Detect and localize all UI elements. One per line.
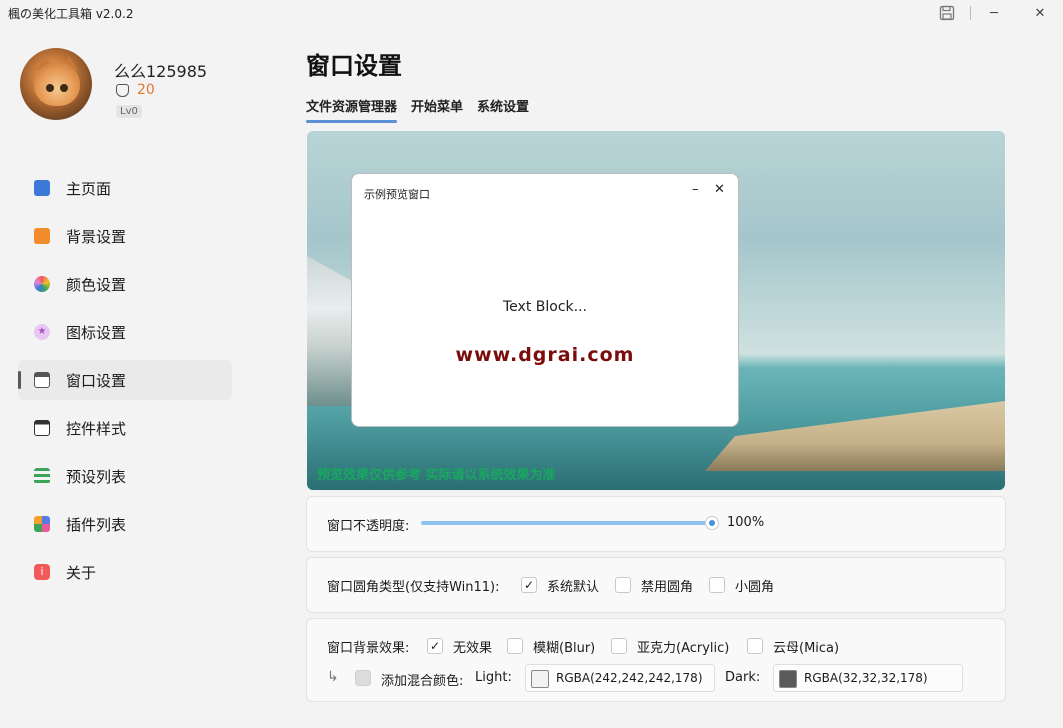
image-icon bbox=[34, 228, 50, 244]
coin-row: 20 bbox=[116, 82, 155, 98]
sample-window-title: 示例预览窗口 bbox=[364, 188, 430, 201]
tab-bar: 文件资源管理器 开始菜单 系统设置 bbox=[306, 96, 529, 123]
title-bar: 楓の美化工具箱 v2.0.2 ─ ✕ bbox=[0, 0, 1063, 26]
blend-color-checkbox[interactable] bbox=[355, 670, 371, 686]
dark-color-value: RGBA(32,32,32,178) bbox=[804, 671, 928, 685]
corner-default-checkbox[interactable]: ✓ bbox=[521, 577, 537, 593]
page-title: 窗口设置 bbox=[306, 52, 402, 80]
controls-icon bbox=[34, 420, 50, 436]
list-icon bbox=[34, 468, 50, 484]
cat-eye-right bbox=[60, 84, 68, 92]
dark-label: Dark: bbox=[725, 670, 761, 685]
sidebar-item-label: 关于 bbox=[66, 563, 97, 582]
sidebar-item-label: 窗口设置 bbox=[66, 371, 127, 390]
sidebar: 么么125985 20 Lv0 主页面 背景设置 颜色设置 ★ 图标设置 窗口设… bbox=[0, 26, 250, 728]
close-button[interactable]: ✕ bbox=[1017, 0, 1063, 26]
window-controls: ─ ✕ bbox=[924, 0, 1063, 26]
effect-blur-checkbox[interactable] bbox=[507, 638, 523, 654]
sample-window: 示例预览窗口 – ✕ Text Block... www.dgrai.com bbox=[351, 173, 739, 427]
effect-none-label: 无效果 bbox=[453, 641, 493, 656]
cat-eye-left bbox=[46, 84, 54, 92]
sidebar-item-label: 图标设置 bbox=[66, 323, 127, 342]
effect-blur-label: 模糊(Blur) bbox=[533, 641, 596, 656]
corner-small-checkbox[interactable] bbox=[709, 577, 725, 593]
light-label: Light: bbox=[475, 670, 512, 685]
sidebar-item-label: 插件列表 bbox=[66, 515, 127, 534]
sub-option-arrow-icon: ↳ bbox=[327, 669, 339, 685]
sidebar-item-label: 主页面 bbox=[66, 179, 112, 198]
sidebar-item-label: 控件样式 bbox=[66, 419, 127, 438]
cat-face bbox=[34, 62, 80, 106]
tab-system-settings[interactable]: 系统设置 bbox=[477, 96, 529, 121]
corner-disable-label: 禁用圆角 bbox=[641, 580, 694, 595]
sidebar-item-label: 预设列表 bbox=[66, 467, 127, 486]
watermark: www.dgrai.com bbox=[455, 344, 635, 366]
effect-none-checkbox[interactable]: ✓ bbox=[427, 638, 443, 654]
effect-mica-label: 云母(Mica) bbox=[773, 641, 840, 656]
coin-count: 20 bbox=[137, 82, 155, 98]
background-effect-label: 窗口背景效果: bbox=[327, 641, 410, 656]
sample-close-icon: ✕ bbox=[714, 182, 725, 197]
corner-disable-checkbox[interactable] bbox=[615, 577, 631, 593]
opacity-slider-thumb[interactable] bbox=[705, 516, 719, 530]
sidebar-item-color[interactable]: 颜色设置 bbox=[18, 264, 232, 304]
dark-color-swatch[interactable] bbox=[779, 670, 797, 688]
sidebar-item-label: 颜色设置 bbox=[66, 275, 127, 294]
preview-grass bbox=[705, 401, 1005, 471]
blend-color-label: 添加混合颜色: bbox=[381, 674, 464, 689]
preview-area: 示例预览窗口 – ✕ Text Block... www.dgrai.com 预… bbox=[307, 131, 1005, 490]
save-icon bbox=[939, 5, 955, 21]
tab-file-explorer[interactable]: 文件资源管理器 bbox=[306, 96, 398, 123]
home-icon bbox=[34, 180, 50, 196]
info-icon: i bbox=[34, 564, 50, 580]
corner-card: 窗口圆角类型(仅支持Win11): ✓ 系统默认 禁用圆角 小圆角 bbox=[306, 557, 1006, 613]
corner-label: 窗口圆角类型(仅支持Win11): bbox=[327, 580, 500, 595]
sidebar-item-about[interactable]: i 关于 bbox=[18, 552, 232, 592]
opacity-label: 窗口不透明度: bbox=[327, 519, 410, 534]
light-color-field[interactable]: RGBA(242,242,242,178) bbox=[525, 664, 715, 692]
light-color-value: RGBA(242,242,242,178) bbox=[556, 671, 703, 685]
minimize-button[interactable]: ─ bbox=[971, 0, 1017, 26]
username: 么么125985 bbox=[114, 62, 208, 81]
window-icon bbox=[34, 372, 50, 388]
dark-color-field[interactable]: RGBA(32,32,32,178) bbox=[773, 664, 963, 692]
sample-minimize-icon: – bbox=[692, 182, 699, 197]
opacity-value: 100% bbox=[727, 515, 765, 530]
nav-list: 主页面 背景设置 颜色设置 ★ 图标设置 窗口设置 控件样式 预设列表 插件列表 bbox=[18, 168, 232, 600]
light-color-swatch[interactable] bbox=[531, 670, 549, 688]
effect-acrylic-label: 亚克力(Acrylic) bbox=[637, 641, 730, 656]
palette-icon bbox=[34, 276, 50, 292]
tab-start-menu[interactable]: 开始菜单 bbox=[411, 96, 463, 121]
preview-note: 预览效果仅供参考 实际请以系统效果为准 bbox=[317, 468, 556, 483]
star-icon: ★ bbox=[34, 324, 50, 340]
sidebar-item-label: 背景设置 bbox=[66, 227, 127, 246]
save-button[interactable] bbox=[924, 0, 970, 26]
sample-text-block: Text Block... bbox=[503, 299, 587, 315]
opacity-slider-track[interactable] bbox=[421, 521, 713, 525]
sidebar-item-home[interactable]: 主页面 bbox=[18, 168, 232, 208]
coin-icon bbox=[116, 83, 129, 97]
level-badge: Lv0 bbox=[116, 105, 142, 118]
app-title: 楓の美化工具箱 v2.0.2 bbox=[8, 7, 134, 21]
effect-mica-checkbox[interactable] bbox=[747, 638, 763, 654]
plugin-icon bbox=[34, 516, 50, 532]
sidebar-item-icon[interactable]: ★ 图标设置 bbox=[18, 312, 232, 352]
background-effect-card: 窗口背景效果: ✓ 无效果 模糊(Blur) 亚克力(Acrylic) 云母(M… bbox=[306, 618, 1006, 702]
sidebar-item-window[interactable]: 窗口设置 bbox=[18, 360, 232, 400]
sidebar-item-controls[interactable]: 控件样式 bbox=[18, 408, 232, 448]
sidebar-item-plugins[interactable]: 插件列表 bbox=[18, 504, 232, 544]
corner-default-label: 系统默认 bbox=[547, 580, 600, 595]
sidebar-item-presets[interactable]: 预设列表 bbox=[18, 456, 232, 496]
sidebar-item-background[interactable]: 背景设置 bbox=[18, 216, 232, 256]
effect-acrylic-checkbox[interactable] bbox=[611, 638, 627, 654]
opacity-card: 窗口不透明度: 100% bbox=[306, 496, 1006, 552]
avatar[interactable] bbox=[20, 48, 92, 120]
corner-small-label: 小圆角 bbox=[735, 580, 775, 595]
